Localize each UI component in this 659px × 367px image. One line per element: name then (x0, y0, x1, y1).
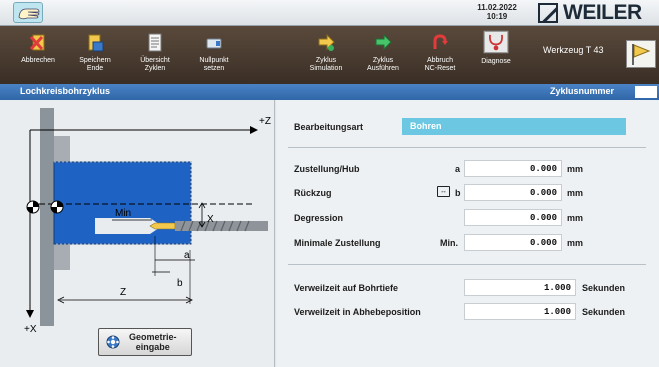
abort-nc-reset-button[interactable]: Abbruch NC-Reset (416, 26, 464, 84)
degression-unit: mm (567, 213, 584, 223)
min-label: Min (115, 208, 131, 219)
diagnose-button[interactable]: Diagnose (472, 26, 520, 84)
degression-label: Degression (294, 213, 344, 223)
machining-mode-row: Bearbeitungsart Bohren (276, 117, 659, 137)
tool-select-button[interactable] (626, 40, 656, 68)
b-label: b (177, 278, 183, 289)
save-end-button[interactable]: Speichern Ende (71, 26, 119, 84)
geometry-input-label: Geometrie- eingabe (129, 332, 177, 352)
zero-point-icon (206, 38, 222, 49)
sketch-panel: +Z +X X Min a b Z (0, 100, 275, 367)
dwell-depth-input[interactable]: 1.000 (464, 279, 576, 296)
set-zero-point-button[interactable]: Nullpunkt setzen (190, 26, 238, 84)
overview-icon (148, 33, 162, 52)
retract-unit: mm (567, 188, 584, 198)
dwell-lift-row: Verweilzeit in Abhebeposition 1.000 Seku… (276, 302, 659, 322)
retract-input[interactable]: 0.000 (464, 184, 562, 201)
cycle-number-input[interactable] (635, 86, 657, 98)
x-axis-label: +X (24, 324, 37, 335)
degression-input[interactable]: 0.000 (464, 209, 562, 226)
cycle-number-label: Zyklusnummer (550, 86, 615, 96)
infeed-row: Zustellung/Hub a 0.000 mm (276, 159, 659, 179)
infeed-symbol: a (455, 164, 461, 174)
weiler-logo: WEILER (538, 1, 642, 25)
retract-row: Rückzug ↔ b 0.000 mm (276, 183, 659, 203)
logo-text: WEILER (563, 1, 642, 24)
execute-icon (375, 33, 392, 51)
infeed-unit: mm (567, 164, 584, 174)
dwell-depth-unit: Sekunden (582, 283, 626, 293)
date-text: 11.02.2022 (477, 3, 517, 12)
machining-mode-label: Bearbeitungsart (294, 122, 364, 132)
min-infeed-symbol: Min. (440, 238, 458, 248)
dwell-depth-row: Verweilzeit auf Bohrtiefe 1.000 Sekunden (276, 278, 659, 298)
drilling-sketch: +Z +X X Min a b Z (24, 108, 271, 335)
overview-cycles-button[interactable]: Übersicht Zyklen (131, 26, 179, 84)
zero-point-label: Nullpunkt setzen (199, 57, 229, 72)
a-label: a (184, 250, 190, 261)
degression-row: Degression 0.000 mm (276, 208, 659, 228)
simulate-label: Zyklus Simulation (309, 57, 343, 72)
geometry-input-button[interactable]: Geometrie- eingabe (98, 328, 192, 356)
cancel-icon (29, 34, 45, 51)
drill-tip-icon (149, 222, 176, 230)
x-label: X (207, 214, 214, 225)
infeed-input[interactable]: 0.000 (464, 160, 562, 177)
logo-mark (538, 3, 558, 23)
chuck-shape (40, 108, 54, 326)
dwell-lift-input[interactable]: 1.000 (464, 303, 576, 320)
tool-flag-icon (632, 44, 651, 65)
cycle-title: Lochkreisbohrzyklus (20, 86, 111, 96)
softkey-toolbar: Abbrechen Speichern Ende Übersicht Zykle… (0, 26, 659, 84)
simulate-icon (318, 33, 335, 51)
tool-label: Werkzeug T 43 (543, 45, 604, 55)
hand-mode-icon[interactable] (13, 2, 43, 23)
dwell-lift-label: Verweilzeit in Abhebeposition (294, 307, 421, 317)
cycle-simulation-button[interactable]: Zyklus Simulation (302, 26, 350, 84)
retract-symbol: b (455, 188, 461, 198)
header-bar: 11.02.2022 10:19 WEILER (0, 0, 659, 26)
time-text: 10:19 (486, 12, 508, 21)
dwell-depth-label: Verweilzeit auf Bohrtiefe (294, 283, 399, 293)
abort-reset-icon (433, 34, 448, 49)
min-infeed-label: Minimale Zustellung (294, 238, 381, 248)
min-infeed-row: Minimale Zustellung Min. 0.000 mm (276, 233, 659, 253)
abort-reset-label: Abbruch NC-Reset (424, 57, 456, 72)
gear-icon (106, 335, 120, 349)
execute-label: Zyklus Ausführen (367, 57, 399, 72)
cancel-label: Abbrechen (21, 57, 55, 64)
divider (288, 147, 646, 148)
min-infeed-unit: mm (567, 238, 584, 248)
machining-mode-select[interactable]: Bohren (402, 118, 626, 135)
min-infeed-input[interactable]: 0.000 (464, 234, 562, 251)
z-axis-label: +Z (259, 116, 271, 127)
datetime: 11.02.2022 10:19 (469, 3, 525, 21)
save-end-label: Speichern Ende (79, 57, 111, 72)
overview-label: Übersicht Zyklen (140, 57, 170, 72)
diagnose-label: Diagnose (481, 58, 511, 65)
divider (288, 264, 646, 265)
cycle-execute-button[interactable]: Zyklus Ausführen (359, 26, 407, 84)
cnc-screen: 11.02.2022 10:19 WEILER Abbrechen Speich… (0, 0, 659, 367)
x-axis-arrow (26, 310, 34, 318)
z-axis-arrow (250, 126, 258, 134)
dwell-lift-unit: Sekunden (582, 307, 626, 317)
diagnose-icon (483, 30, 509, 54)
cancel-button[interactable]: Abbrechen (14, 26, 62, 84)
cycle-title-bar: Lochkreisbohrzyklus Zyklusnummer (0, 84, 659, 100)
retract-mode-icon[interactable]: ↔ (437, 186, 450, 197)
retract-label: Rückzug (294, 188, 332, 198)
infeed-label: Zustellung/Hub (294, 164, 360, 174)
z-label: Z (120, 287, 126, 298)
parameter-form: Bearbeitungsart Bohren Zustellung/Hub a … (276, 100, 659, 367)
save-icon (88, 34, 104, 52)
